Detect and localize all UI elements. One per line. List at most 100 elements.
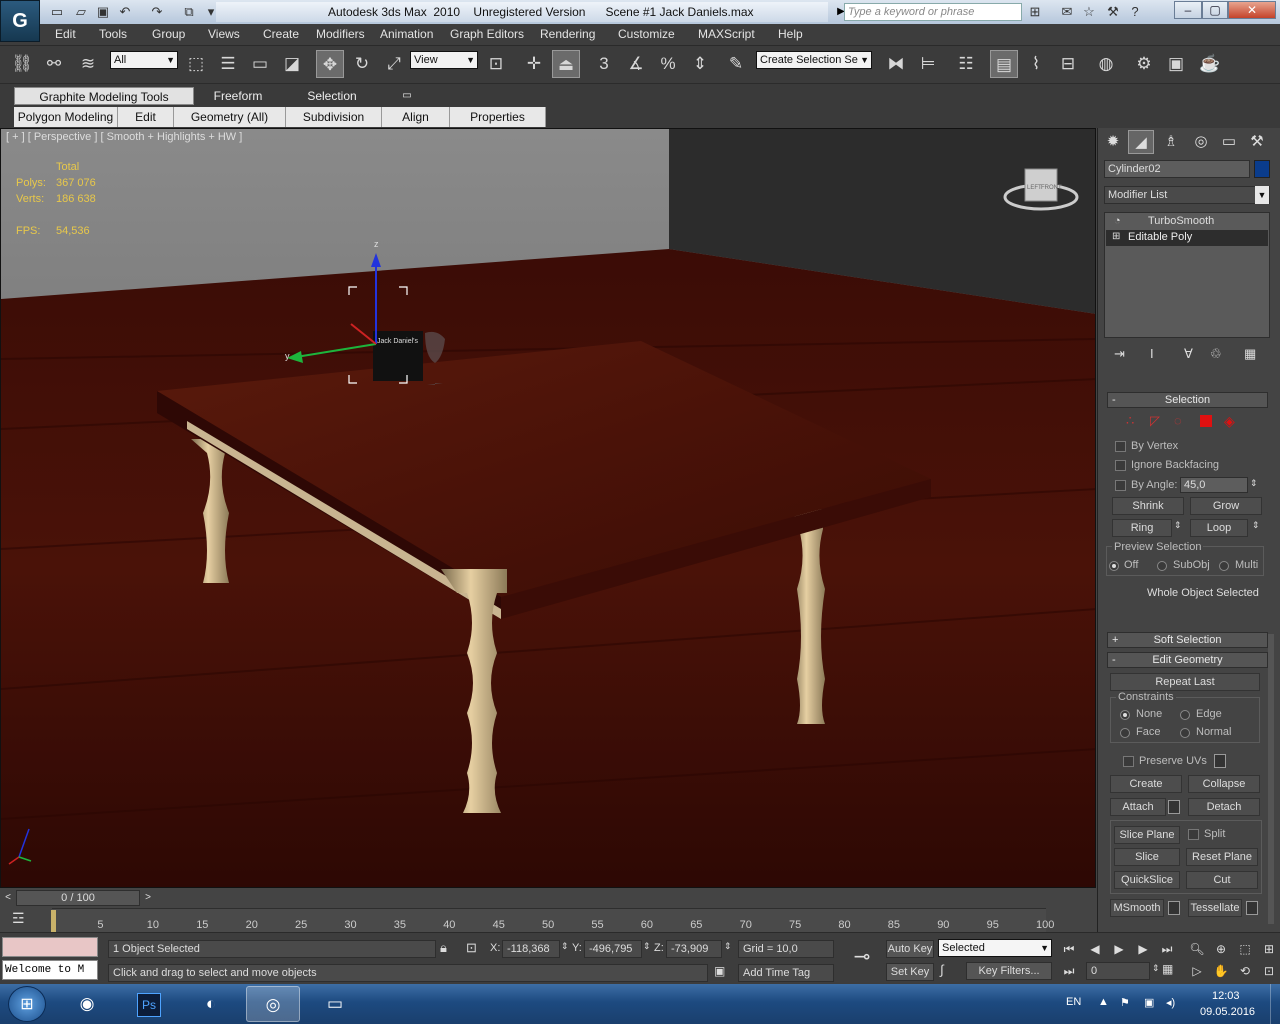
attach-list-icon[interactable]	[1168, 800, 1180, 814]
current-frame-field[interactable]: 0	[1086, 962, 1150, 980]
bind-space-warp-icon[interactable]: ≋	[74, 50, 102, 78]
mirror-icon[interactable]: ⧓	[882, 50, 910, 78]
loop-spinner-icon[interactable]: ⇕	[1252, 520, 1260, 531]
display-tab-icon[interactable]: ▭	[1216, 130, 1242, 154]
frame-spinner-icon[interactable]: ⇕	[1152, 963, 1160, 974]
edit-geometry-rollout-header[interactable]: - Edit Geometry	[1107, 652, 1268, 668]
slice-button[interactable]: Slice	[1114, 848, 1180, 866]
previous-frame-icon[interactable]: ◀︎	[1086, 940, 1104, 958]
menu-animation[interactable]: Animation	[380, 27, 433, 41]
quick-render-icon[interactable]: ☕	[1196, 50, 1224, 78]
reference-coordinate-dropdown[interactable]: View	[410, 51, 478, 69]
tessellate-settings-icon[interactable]	[1246, 901, 1258, 915]
menu-create[interactable]: Create	[263, 27, 299, 41]
tools-icon[interactable]: ⚒	[1104, 3, 1122, 21]
add-time-tag-button[interactable]: Add Time Tag	[738, 964, 834, 982]
layer-manager-icon[interactable]: ☷	[952, 50, 980, 78]
key-mode-dropdown[interactable]: Selected	[938, 939, 1052, 957]
tab-graphite-modeling-tools[interactable]: Graphite Modeling Tools	[14, 87, 194, 105]
binoculars-icon[interactable]: ⊞	[1026, 3, 1044, 21]
key-filters-button[interactable]: Key Filters...	[966, 962, 1052, 980]
set-key-icon[interactable]: ⊸	[842, 944, 882, 974]
clock-time[interactable]: 12:03	[1212, 990, 1240, 1002]
ignore-backfacing-checkbox[interactable]	[1115, 460, 1126, 471]
select-by-name-icon[interactable]: ☰	[214, 50, 242, 78]
motion-tab-icon[interactable]: ◎	[1188, 130, 1214, 154]
window-crossing-icon[interactable]: ◪	[278, 50, 306, 78]
minimize-button[interactable]: –	[1174, 1, 1202, 19]
show-end-result-icon[interactable]: I	[1150, 346, 1154, 361]
angle-snap-icon[interactable]: ∡	[622, 50, 650, 78]
rectangular-selection-icon[interactable]: ▭	[246, 50, 274, 78]
expand-plus-icon[interactable]: ⊞	[1112, 231, 1120, 242]
pin-stack-icon[interactable]: ⇥	[1114, 346, 1125, 362]
default-tangent-icon[interactable]: ∫	[940, 962, 962, 980]
border-mode-icon[interactable]: ◌	[1174, 413, 1182, 428]
menu-graph-editors[interactable]: Graph Editors	[450, 27, 524, 41]
select-and-link-icon[interactable]: ⛓	[8, 50, 36, 78]
time-tag-icon[interactable]: ▣	[714, 964, 734, 982]
x-spinner-icon[interactable]: ⇕	[561, 941, 569, 952]
selection-lock-icon[interactable]: 🔒︎	[440, 940, 447, 956]
render-setup-icon[interactable]: ⚙	[1130, 50, 1158, 78]
preview-multi-radio[interactable]	[1219, 561, 1229, 571]
split-checkbox[interactable]	[1188, 829, 1199, 840]
snaps-toggle-icon[interactable]: 3	[590, 50, 618, 78]
menu-maxscript[interactable]: MAXScript	[698, 27, 755, 41]
select-and-rotate-icon[interactable]: ↻	[348, 50, 376, 78]
unlink-icon[interactable]: ⚯	[40, 50, 68, 78]
quickslice-button[interactable]: QuickSlice	[1114, 871, 1180, 889]
select-and-move-icon[interactable]: ✥	[316, 50, 344, 78]
configure-modifier-sets-icon[interactable]: ▦	[1244, 346, 1256, 362]
viewport-label[interactable]: [ + ] [ Perspective ] [ Smooth + Highlig…	[6, 131, 242, 143]
modifier-list-dropdown[interactable]: Modifier List ▼	[1104, 186, 1270, 204]
shrink-button[interactable]: Shrink	[1112, 497, 1184, 515]
align-icon[interactable]: ⊨	[914, 50, 942, 78]
menu-views[interactable]: Views	[208, 27, 240, 41]
undo-icon[interactable]: ↶	[116, 3, 134, 21]
select-and-scale-icon[interactable]: ⤢	[380, 50, 408, 78]
explorer-taskbar-icon[interactable]: ▭	[308, 986, 362, 1022]
subtab-align[interactable]: Align	[382, 107, 450, 127]
preserve-uvs-settings-icon[interactable]	[1214, 754, 1226, 768]
spinner-snap-icon[interactable]: ⇕	[686, 50, 714, 78]
next-frame-icon[interactable]: ▶︎	[1134, 940, 1152, 958]
subtab-geometry-all[interactable]: Geometry (All)	[174, 107, 286, 127]
close-button[interactable]: ✕	[1228, 1, 1276, 19]
named-selection-dropdown[interactable]: Create Selection Se	[756, 51, 872, 69]
go-to-start-icon[interactable]: ⏮	[1060, 940, 1078, 958]
percent-snap-icon[interactable]: %	[654, 50, 682, 78]
graphite-toggle-icon[interactable]: ▤	[990, 50, 1018, 78]
language-indicator[interactable]: EN	[1066, 996, 1081, 1008]
photoshop-taskbar-icon[interactable]: Ps	[122, 986, 176, 1022]
set-key-button[interactable]: Set Key	[886, 963, 934, 981]
tray-expand-icon[interactable]: ▲	[1098, 996, 1109, 1008]
object-name-field[interactable]: Cylinder02	[1104, 160, 1250, 178]
subtab-edit[interactable]: Edit	[118, 107, 174, 127]
go-to-end-icon[interactable]: ⏭	[1158, 940, 1176, 958]
perspective-viewport[interactable]: Jack Daniel's z y LEFT FRONT	[0, 128, 1096, 888]
curve-editor-icon[interactable]: ⌇	[1022, 50, 1050, 78]
ribbon-minimize-icon[interactable]: ▭	[398, 87, 416, 105]
preserve-uvs-checkbox[interactable]	[1123, 756, 1134, 767]
save-icon[interactable]: ▣	[94, 3, 112, 21]
3dsmax-taskbar-icon[interactable]: ◎	[246, 986, 300, 1022]
zoom-icon[interactable]: 🔍︎	[1188, 940, 1206, 958]
new-file-icon[interactable]: ▭	[48, 3, 66, 21]
stack-item-editable-poly[interactable]: Editable Poly	[1128, 231, 1192, 243]
z-coordinate-field[interactable]: -73,909	[666, 940, 722, 958]
pivot-center-icon[interactable]: ⊡	[482, 50, 510, 78]
help-icon[interactable]: ?	[1126, 3, 1144, 21]
modify-tab-icon[interactable]: ◢	[1128, 130, 1154, 154]
action-center-icon[interactable]: ⚑	[1120, 996, 1130, 1009]
select-manipulate-icon[interactable]: ✛	[520, 50, 548, 78]
msmooth-button[interactable]: MSmooth	[1110, 899, 1164, 917]
constraint-normal-radio[interactable]	[1180, 728, 1190, 738]
app-taskbar-icon[interactable]: ◐	[184, 986, 238, 1022]
mini-curve-editor-icon[interactable]: ☲	[12, 910, 32, 930]
polygon-mode-icon[interactable]	[1200, 415, 1212, 427]
select-object-icon[interactable]: ⬚	[182, 50, 210, 78]
vertex-mode-icon[interactable]: ∴	[1126, 413, 1134, 429]
light-bulb-icon[interactable]: ◔	[1114, 215, 1121, 227]
zoom-extents-all-icon[interactable]: ⊞	[1260, 940, 1278, 958]
